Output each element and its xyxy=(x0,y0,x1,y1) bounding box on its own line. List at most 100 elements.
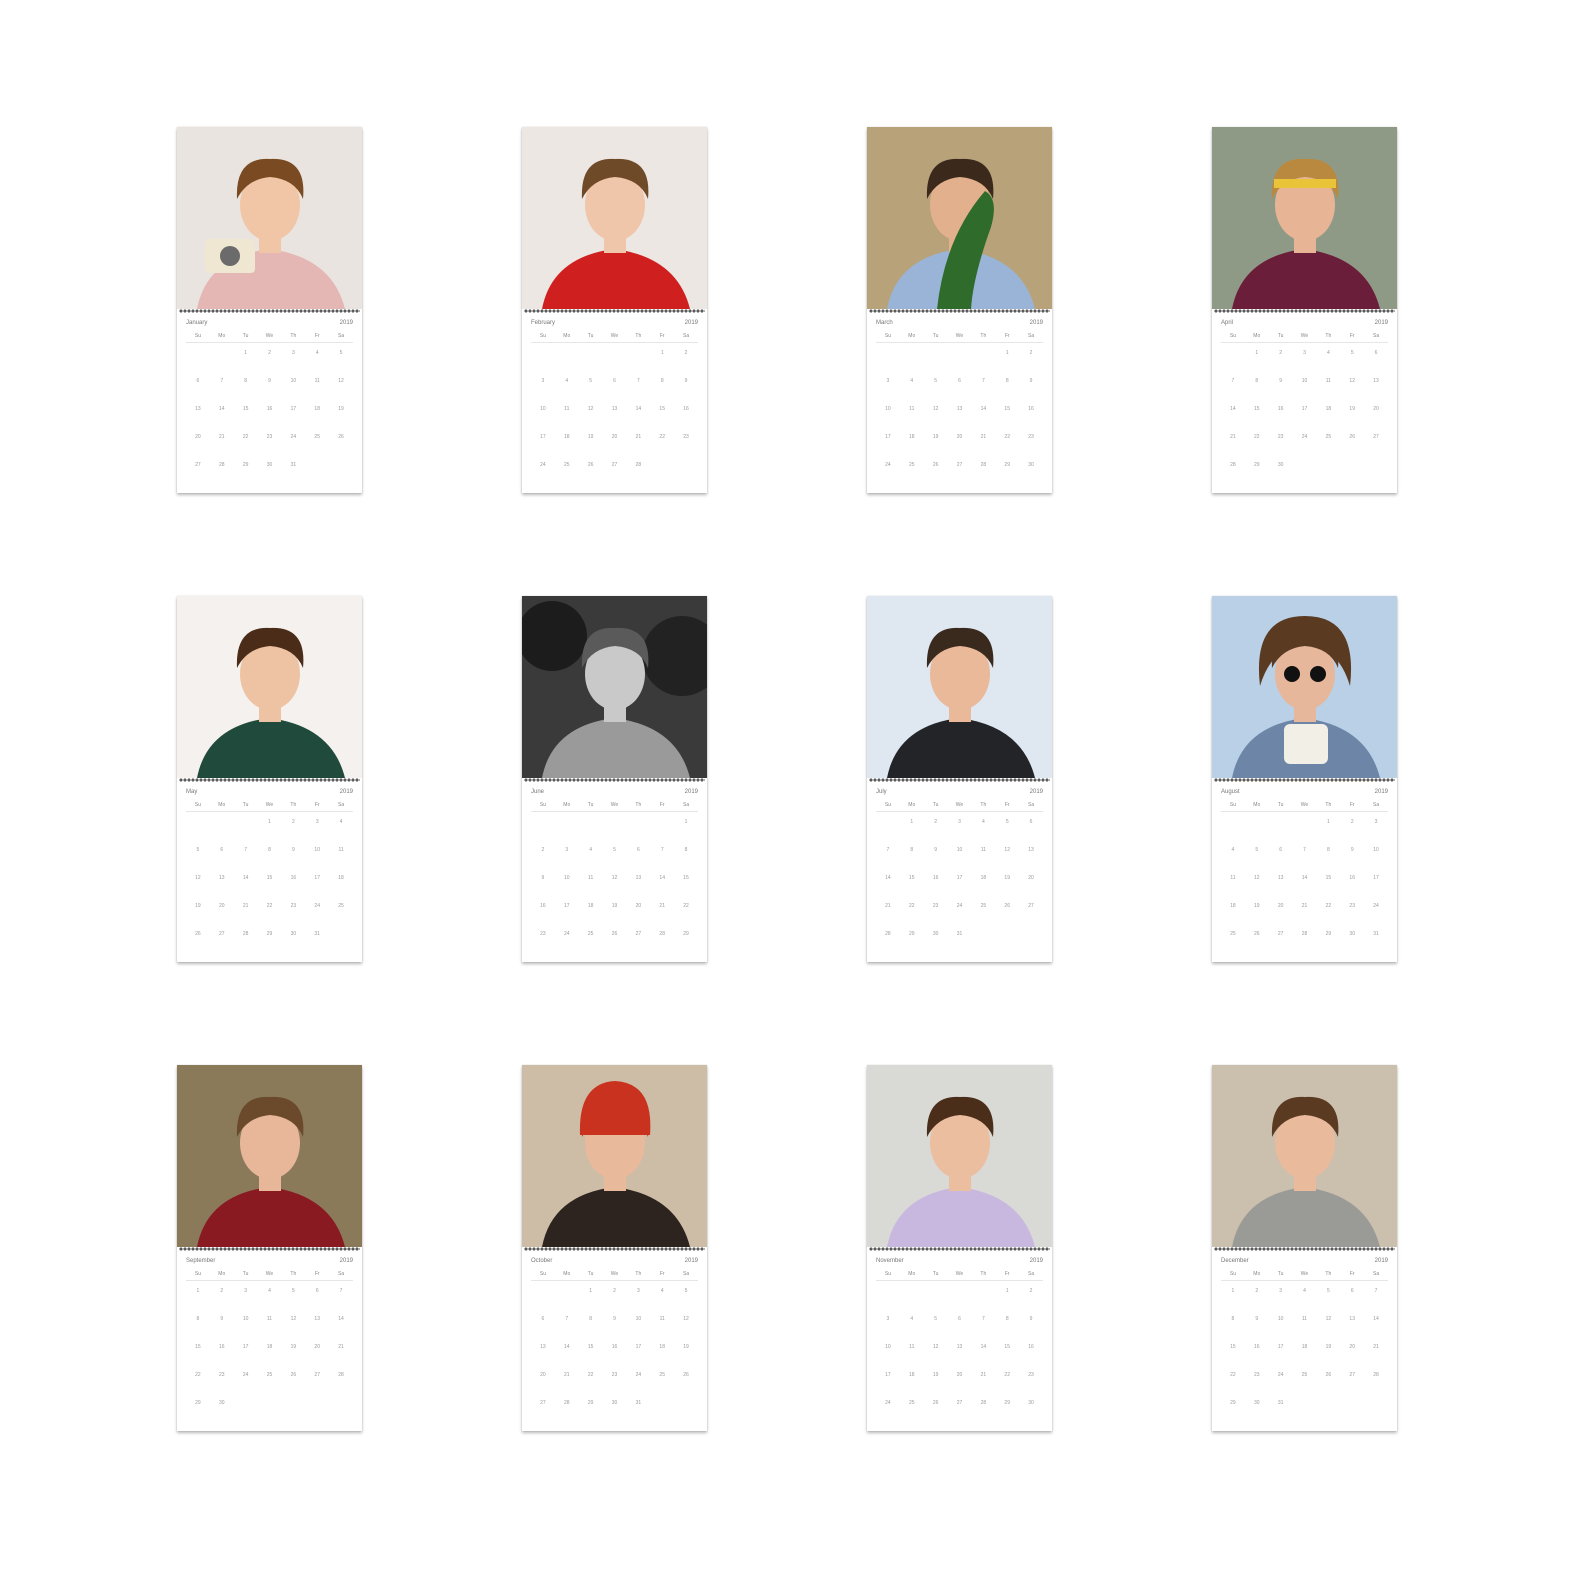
day-cell: 15 xyxy=(1004,406,1010,412)
weekday-label: Tu xyxy=(242,333,249,339)
empty-cell xyxy=(1269,818,1293,846)
weekday-label: We xyxy=(265,333,274,339)
calendar-page-january: January 2019 Su Mo Tu We Th Fr Sa 1 2 3 4 5 6 7 8 9 10 11 12… xyxy=(177,127,362,493)
year-label: 2019 xyxy=(1029,320,1043,326)
day-cell: 31 xyxy=(956,931,963,937)
day-grid: 1 2 3 4 5 6 7 8 9 10 11 12 13 14 15 16 17 18 19 20 21 22 23 24 2… xyxy=(531,818,698,958)
day-cell: 22 xyxy=(1253,434,1260,440)
empty-cell xyxy=(948,1287,972,1315)
day-cell: 11 xyxy=(1325,378,1331,384)
day-cell: 19 xyxy=(1004,875,1010,881)
day-cell: 25 xyxy=(659,1372,665,1378)
day-cell: 29 xyxy=(1004,462,1010,468)
day-cell: 22 xyxy=(1230,1372,1236,1378)
day-cell: 24 xyxy=(1277,1372,1284,1378)
month-grid: March 2019 Su Mo Tu We Th Fr Sa 1 2 3 4 5 6 7 8 9 10 11 12 13… xyxy=(876,319,1043,485)
day-cell: 9 xyxy=(1279,378,1283,384)
day-cell: 15 xyxy=(1253,406,1260,412)
day-cell: 26 xyxy=(338,434,344,440)
weekday-label: Su xyxy=(1229,1271,1236,1277)
day-cell: 29 xyxy=(683,931,689,937)
day-cell: 26 xyxy=(195,931,201,937)
weekday-label: We xyxy=(1300,802,1309,808)
day-cell: 12 xyxy=(1253,875,1260,881)
weekday-label: We xyxy=(610,333,619,339)
day-cell: 4 xyxy=(1326,350,1330,356)
spiral-binding xyxy=(869,1246,1050,1252)
weekday-label: Th xyxy=(290,802,297,808)
day-cell: 8 xyxy=(660,378,664,384)
day-cell: 24 xyxy=(242,1372,249,1378)
empty-cell xyxy=(1019,930,1043,958)
day-cell: 9 xyxy=(291,847,295,853)
day-cell: 21 xyxy=(218,434,225,440)
day-cell: 10 xyxy=(635,1316,642,1322)
day-cell: 20 xyxy=(218,903,225,909)
day-cell: 19 xyxy=(587,434,594,440)
weekday-label: We xyxy=(955,802,964,808)
weekday-label: We xyxy=(265,1271,274,1277)
day-cell: 23 xyxy=(290,903,297,909)
day-cell: 24 xyxy=(1301,434,1308,440)
day-cell: 18 xyxy=(563,434,570,440)
month-photo xyxy=(867,1065,1052,1247)
day-cell: 10 xyxy=(885,406,891,412)
month-header: January 2019 xyxy=(186,319,353,327)
day-grid: 1 2 3 4 5 6 7 8 9 10 11 12 13 14 15 16 17 18 19 20 21 22 23 24 2… xyxy=(186,349,353,489)
weekday-label: Su xyxy=(884,1271,891,1277)
spiral-binding xyxy=(179,308,360,314)
empty-cell xyxy=(971,930,995,958)
empty-cell xyxy=(924,1287,948,1315)
day-cell: 20 xyxy=(1373,406,1379,412)
day-cell: 6 xyxy=(1279,847,1283,853)
calendar-grid: January 2019 Su Mo Tu We Th Fr Sa 1 2 3 4 5 6 7 8 9 10 11 12… xyxy=(0,0,1588,1588)
day-cell: 18 xyxy=(587,903,594,909)
day-cell: 9 xyxy=(1255,1316,1259,1322)
day-cell: 12 xyxy=(1004,847,1010,853)
day-cell: 15 xyxy=(587,1344,594,1350)
day-cell: 18 xyxy=(659,1344,665,1350)
day-cell: 8 xyxy=(1005,1316,1009,1322)
day-cell: 9 xyxy=(1029,1316,1033,1322)
day-cell: 23 xyxy=(1253,1372,1260,1378)
day-cell: 3 xyxy=(886,1316,890,1322)
empty-cell xyxy=(1340,461,1364,489)
weekday-row: Su Mo Tu We Th Fr Sa xyxy=(186,333,353,343)
day-grid: 1 2 3 4 5 6 7 8 9 10 11 12 13 14 15 16 17 18 19 20 21 22 23 24 2… xyxy=(531,349,698,489)
weekday-label: Tu xyxy=(587,802,594,808)
day-cell: 30 xyxy=(266,462,273,468)
day-cell: 7 xyxy=(565,1316,569,1322)
weekday-label: Tu xyxy=(1277,333,1284,339)
empty-cell xyxy=(531,349,555,377)
month-header: July 2019 xyxy=(876,788,1043,796)
year-label: 2019 xyxy=(339,320,353,326)
day-cell: 11 xyxy=(266,1316,273,1322)
day-cell: 29 xyxy=(1325,931,1332,937)
day-cell: 18 xyxy=(980,875,987,881)
month-name: May xyxy=(186,789,198,795)
day-cell: 7 xyxy=(220,378,224,384)
weekday-label: Sa xyxy=(338,333,345,339)
day-cell: 3 xyxy=(958,819,961,825)
weekday-label: Mo xyxy=(908,802,916,808)
empty-cell xyxy=(186,818,210,846)
day-cell: 19 xyxy=(195,903,201,909)
day-cell: 3 xyxy=(541,378,545,384)
day-cell: 28 xyxy=(980,1400,987,1406)
day-cell: 10 xyxy=(885,1344,891,1350)
month-header: May 2019 xyxy=(186,788,353,796)
day-cell: 24 xyxy=(563,931,570,937)
day-cell: 3 xyxy=(886,378,890,384)
day-cell: 8 xyxy=(244,378,248,384)
day-cell: 8 xyxy=(589,1316,593,1322)
day-cell: 17 xyxy=(956,875,963,881)
day-cell: 11 xyxy=(659,1316,665,1322)
day-cell: 24 xyxy=(1373,903,1379,909)
day-cell: 10 xyxy=(1373,847,1379,853)
day-cell: 10 xyxy=(1277,1316,1284,1322)
weekday-label: Su xyxy=(1229,333,1236,339)
day-cell: 2 xyxy=(613,1288,616,1294)
spiral-binding xyxy=(524,777,705,783)
day-cell: 12 xyxy=(1349,378,1355,384)
day-cell: 24 xyxy=(956,903,963,909)
